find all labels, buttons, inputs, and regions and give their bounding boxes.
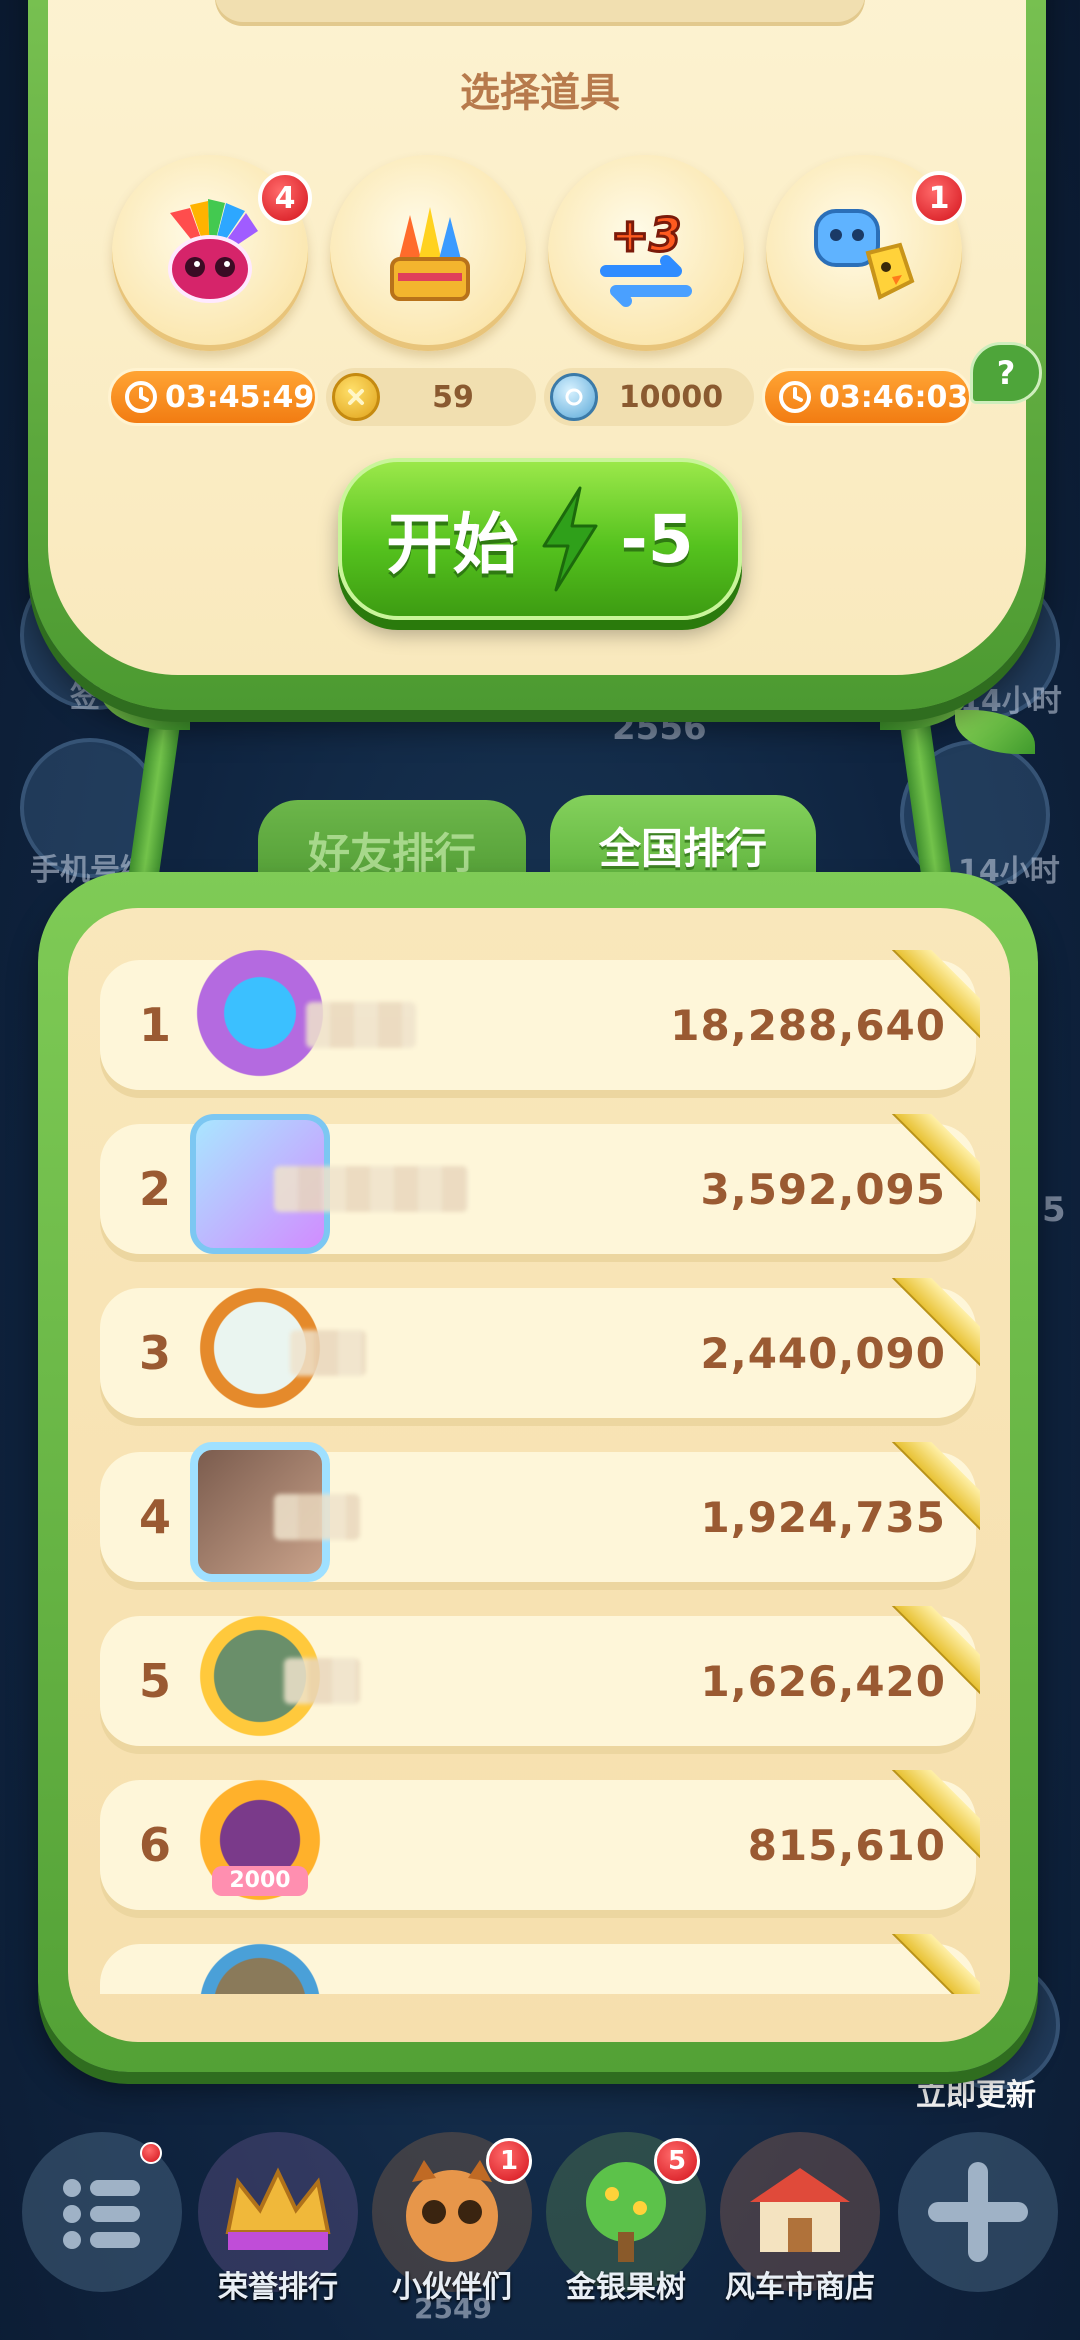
energy-cost: -5 [620,500,694,578]
owl-timer: 03:45:49 [108,368,318,426]
star-ribbon-icon [888,950,980,1042]
ranking-row[interactable]: 4 1,924,735 [100,1442,980,1582]
firework-cost: 59 [326,368,536,426]
animal-swap-timer: 03:46:03 [762,368,972,426]
owl-count-badge: 4 [258,171,312,225]
booster-slot-firework[interactable] [330,155,526,351]
ranking-row-partial[interactable] [100,1934,980,1994]
ranking-row[interactable]: 2 3,592,095 [100,1114,980,1254]
background-digit: 5 [1042,1190,1066,1230]
avatar[interactable]: 2000 [190,1770,330,1910]
start-label: 开始 [386,506,519,583]
energy-lightning-icon [542,486,598,592]
animal-swap-count-badge: 1 [912,171,966,225]
star-ribbon-icon [888,1606,980,1698]
rank-number: 6 [138,1818,171,1872]
plus-three-label: +3 [611,208,682,262]
level-pill [215,0,865,26]
gem-icon [550,373,598,421]
animal-swap-booster-icon [804,193,924,313]
clock-icon [771,373,819,421]
partners-badge: 1 [486,2138,532,2184]
update-label[interactable]: 立即更新 [916,2070,1036,2114]
owl-timer-text: 03:45:49 [165,379,315,415]
plus-three-cost: 10000 [544,368,754,426]
coin-icon [332,373,380,421]
nav-windmill-shop-label[interactable]: 风车市商店 [700,2262,900,2306]
ranking-row[interactable]: 3 2,440,090 [100,1278,980,1418]
nav-plus-button[interactable] [898,2132,1058,2292]
item-section-title: 选择道具 [460,70,620,116]
partners-sub-number: 2549 [414,2292,492,2325]
avatar[interactable] [190,1934,330,1994]
ranking-row[interactable]: 6 2000 815,610 [100,1770,980,1910]
star-ribbon-icon [888,1934,980,1994]
ranking-list[interactable]: 1 18,288,640 2 3,592,095 3 2,440,090 4 1… [68,908,1010,1994]
owl-booster-icon [150,193,270,313]
rank-number: 5 [138,1654,171,1708]
rank-number: 3 [138,1326,171,1380]
firework-cost-text: 59 [432,379,474,415]
rank-number: 2 [138,1162,171,1216]
player-name-blurred [274,1494,360,1540]
rank-number: 4 [138,1490,171,1544]
star-ribbon-icon [888,1442,980,1534]
rank-number: 1 [138,998,171,1052]
plus-three-moves-icon: +3 [586,193,706,313]
animal-swap-timer-text: 03:46:03 [819,379,969,415]
ranking-row[interactable]: 5 1,626,420 [100,1606,980,1746]
clock-icon [117,373,165,421]
booster-slot-plus-three[interactable]: +3 [548,155,744,351]
star-ribbon-icon [888,1770,980,1862]
plus-icon [928,2162,1028,2262]
booster-slot-animal-swap[interactable]: 1 [766,155,966,351]
start-button[interactable]: 开始 -5 [338,458,742,620]
player-name-blurred [306,1002,416,1048]
star-ribbon-icon [888,1114,980,1206]
plus-three-cost-text: 10000 [618,379,724,415]
avatar-frame-label: 2000 [212,1866,308,1896]
player-name-blurred [274,1166,468,1212]
nav-gold-silver-tree-label[interactable]: 金银果树 [526,2262,726,2306]
menu-notification-dot [140,2142,162,2164]
firework-booster-icon [368,193,488,313]
player-name-blurred [290,1330,366,1376]
player-name-blurred [284,1658,360,1704]
background-number: 2556 [612,708,707,748]
help-button[interactable]: ? [970,342,1042,404]
booster-slot-owl[interactable]: 4 [112,155,312,351]
ranking-row[interactable]: 1 18,288,640 [100,950,980,1090]
star-ribbon-icon [888,1278,980,1370]
tree-badge: 5 [654,2138,700,2184]
nav-honor-ranking-label[interactable]: 荣誉排行 [178,2262,378,2306]
